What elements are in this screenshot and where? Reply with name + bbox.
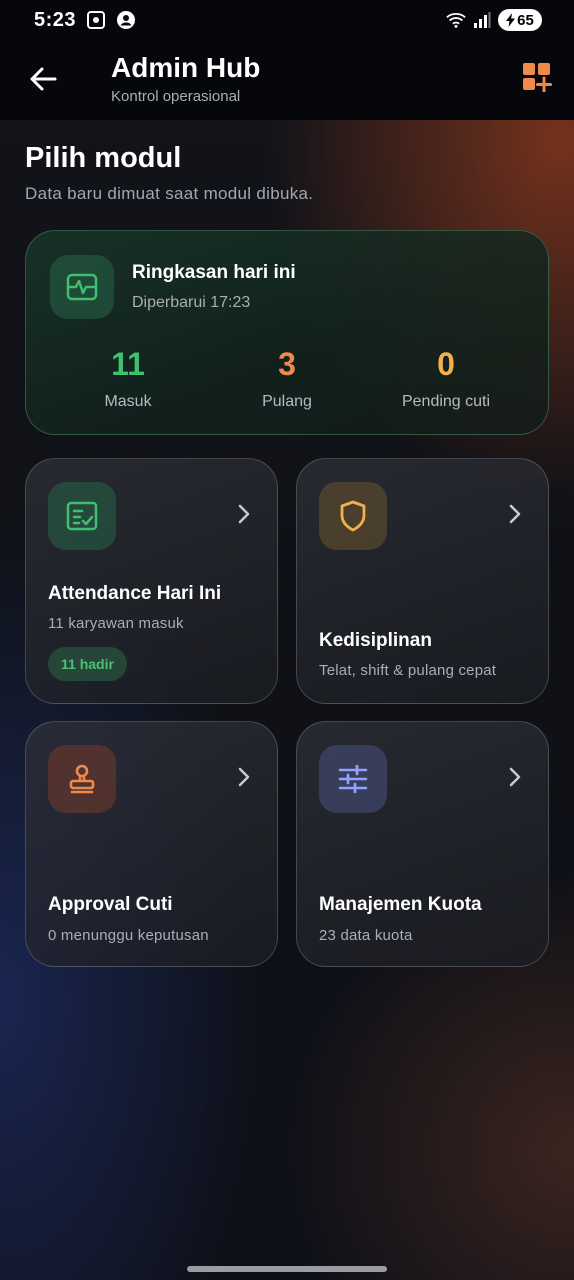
- screenshot-icon: [86, 10, 106, 30]
- arrow-left-icon: [30, 67, 57, 91]
- stamp-icon: [48, 745, 116, 813]
- activity-icon: [50, 255, 114, 319]
- module-subtitle: Telat, shift & pulang cepat: [319, 662, 497, 679]
- back-button[interactable]: [26, 62, 60, 96]
- stat-value: 0: [437, 346, 455, 382]
- signal-icon: [472, 10, 492, 30]
- battery-icon: 65: [498, 9, 542, 31]
- stat-pulang: 3 Pulang: [202, 345, 372, 411]
- status-bar: 5:23 65: [0, 0, 574, 40]
- stat-label: Masuk: [104, 393, 152, 410]
- sliders-icon: [319, 745, 387, 813]
- app-subtitle: Kontrol operasional: [111, 88, 241, 105]
- add-module-button[interactable]: [522, 62, 552, 93]
- module-title: Kedisiplinan: [319, 630, 432, 651]
- module-title: Attendance Hari Ini: [48, 583, 222, 604]
- module-card-approval-cuti[interactable]: Approval Cuti 0 menunggu keputusan: [25, 721, 278, 967]
- stat-pending-cuti: 0 Pending cuti: [361, 345, 531, 411]
- page-subtitle: Data baru dimuat saat modul dibuka.: [25, 184, 314, 203]
- module-card-attendance[interactable]: Attendance Hari Ini 11 karyawan masuk 11…: [25, 458, 278, 704]
- chevron-right-icon: [509, 504, 521, 524]
- attendance-icon: [48, 482, 116, 550]
- module-card-manajemen-kuota[interactable]: Manajemen Kuota 23 data kuota: [296, 721, 549, 967]
- module-title: Manajemen Kuota: [319, 894, 482, 915]
- chevron-right-icon: [238, 504, 250, 524]
- module-subtitle: 0 menunggu keputusan: [48, 927, 209, 944]
- page-title: Pilih modul: [25, 142, 182, 174]
- app-bar: Admin Hub Kontrol operasional: [0, 40, 574, 120]
- home-indicator[interactable]: [187, 1266, 387, 1272]
- stat-masuk: 11 Masuk: [43, 345, 213, 411]
- module-title: Approval Cuti: [48, 894, 173, 915]
- status-time: 5:23: [34, 8, 77, 31]
- summary-title: Ringkasan hari ini: [132, 262, 296, 283]
- chevron-right-icon: [238, 767, 250, 787]
- module-subtitle: 11 karyawan masuk: [48, 615, 184, 632]
- wifi-icon: [446, 10, 466, 30]
- stat-label: Pending cuti: [401, 393, 491, 410]
- account-icon: [116, 10, 136, 30]
- stat-value: 3: [278, 346, 296, 382]
- chevron-right-icon: [509, 767, 521, 787]
- status-badge: 11 hadir: [48, 647, 127, 681]
- shield-icon: [319, 482, 387, 550]
- battery-level: 65: [517, 11, 534, 29]
- app-title: Admin Hub: [111, 52, 261, 83]
- module-subtitle: 23 data kuota: [319, 927, 413, 944]
- stat-label: Pulang: [262, 393, 312, 410]
- summary-card[interactable]: Ringkasan hari ini Diperbarui 17:23 11 M…: [25, 230, 549, 435]
- module-card-kedisiplinan[interactable]: Kedisiplinan Telat, shift & pulang cepat: [296, 458, 549, 704]
- stat-value: 11: [111, 346, 145, 382]
- summary-updated: Diperbarui 17:23: [132, 294, 251, 311]
- grid-add-icon: [523, 63, 552, 93]
